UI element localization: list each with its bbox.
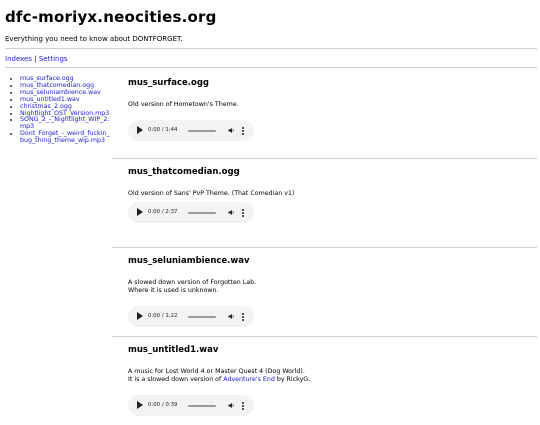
play-icon[interactable] (137, 126, 143, 134)
site-title: dfc-moriyx.neocities.org (5, 8, 217, 26)
progress-slider[interactable] (188, 130, 216, 132)
description-text: It is a slowed down version of (128, 376, 224, 384)
entry-description: A slowed down version of Forgotten Lab. … (128, 279, 256, 295)
volume-icon[interactable] (228, 402, 234, 409)
volume-icon[interactable] (228, 313, 234, 320)
sidebar-list-item: SONG_2_-_Nightlight_WIP_2.mp3 (20, 117, 112, 131)
entry-title: mus_surface.ogg (128, 78, 209, 88)
entry-title: mus_thatcomedian.ogg (128, 167, 240, 177)
entry-description: A music for Lost World 4 or Master Quest… (128, 368, 310, 384)
audio-player: 0:00 / 1:44 (128, 120, 254, 141)
audio-player: 0:00 / 0:39 (128, 395, 254, 416)
progress-slider[interactable] (188, 405, 216, 407)
adventures-end-link[interactable]: Adventure's End (223, 376, 275, 383)
play-icon[interactable] (137, 401, 143, 409)
time-display: 0:00 / 1:44 (148, 127, 178, 133)
time-display: 0:00 / 2:37 (148, 209, 178, 215)
site-tagline: Everything you need to know about DONTFO… (5, 35, 183, 43)
description-line: Where it is used is unknown. (128, 287, 219, 295)
more-options-icon[interactable] (242, 127, 245, 135)
audio-entry: mus_untitled1.wav A music for Lost World… (112, 337, 537, 425)
nav-settings-link[interactable]: Settings (39, 55, 68, 63)
sidebar-link-dont-forget-theme[interactable]: Dont_Forget_-_weird_fuckin_bug_thing_the… (20, 130, 110, 144)
description-line: Old version of Sans' PvP Theme. (That Co… (128, 190, 295, 197)
audio-entry: mus_surface.ogg Old version of Hometown'… (112, 70, 537, 159)
entry-title: mus_seluniambience.wav (128, 256, 250, 266)
description-line: Old version of Hometown's Theme. (128, 101, 239, 108)
top-nav: Indexes | Settings (5, 55, 68, 63)
description-line: A music for Lost World 4 or Master Quest… (128, 368, 305, 375)
volume-icon[interactable] (228, 127, 234, 134)
progress-slider[interactable] (188, 316, 216, 318)
more-options-icon[interactable] (242, 209, 245, 217)
sidebar-list-item: Dont_Forget_-_weird_fuckin_bug_thing_the… (20, 130, 112, 145)
sidebar-file-list: mus_surface.ogg mus_thatcomedian.ogg mus… (8, 75, 112, 145)
main-content: mus_surface.ogg Old version of Hometown'… (112, 70, 537, 425)
sidebar-link-song-2-nightlight[interactable]: SONG_2_-_Nightlight_WIP_2.mp3 (20, 116, 109, 131)
play-icon[interactable] (137, 312, 143, 320)
more-options-icon[interactable] (242, 313, 245, 321)
audio-player: 0:00 / 1:22 (128, 306, 254, 327)
play-icon[interactable] (137, 208, 143, 216)
time-display: 0:00 / 0:39 (148, 402, 178, 408)
progress-slider[interactable] (188, 212, 216, 214)
audio-entry: mus_thatcomedian.ogg Old version of Sans… (112, 159, 537, 248)
time-display: 0:00 / 1:22 (148, 313, 178, 319)
description-text: by RickyG. (274, 376, 311, 384)
nav-divider (5, 67, 537, 68)
nav-separator: | (34, 55, 37, 63)
audio-entry: mus_seluniambience.wav A slowed down ver… (112, 248, 537, 337)
description-line: It is a slowed down version of Adventure… (128, 376, 310, 384)
audio-player: 0:00 / 2:37 (128, 202, 254, 223)
more-options-icon[interactable] (242, 402, 245, 410)
volume-icon[interactable] (228, 209, 234, 216)
entry-title: mus_untitled1.wav (128, 345, 219, 355)
header-divider (5, 48, 537, 49)
description-line: A slowed down version of Forgotten Lab. (128, 279, 257, 286)
entry-description: Old version of Hometown's Theme. (128, 101, 239, 109)
nav-indexes-link[interactable]: Indexes (5, 55, 32, 63)
entry-description: Old version of Sans' PvP Theme. (That Co… (128, 190, 294, 198)
